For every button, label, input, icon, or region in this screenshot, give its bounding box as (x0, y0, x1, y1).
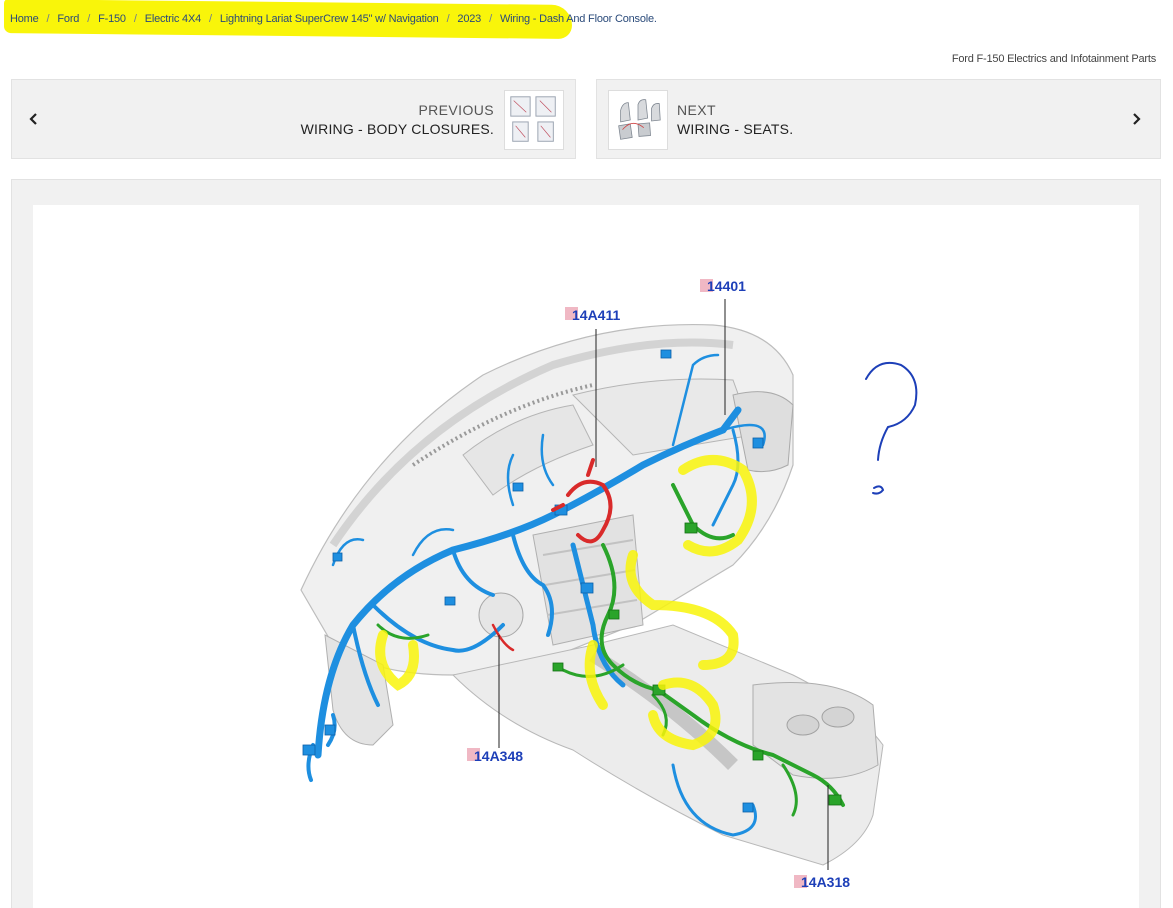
previous-title: WIRING - BODY CLOSURES. (300, 121, 494, 137)
breadcrumb-f150[interactable]: F-150 (98, 13, 126, 25)
breadcrumb-separator: / (87, 13, 91, 25)
next-thumbnail (608, 90, 668, 150)
chevron-right-icon (1133, 113, 1141, 125)
breadcrumb-current-page: Wiring - Dash And Floor Console. (499, 13, 657, 25)
breadcrumb-home[interactable]: Home (10, 13, 39, 25)
breadcrumb-year[interactable]: 2023 (457, 13, 481, 25)
breadcrumb-electric-4x4[interactable]: Electric 4X4 (145, 13, 201, 25)
breadcrumb-separator: / (446, 13, 450, 25)
category-link[interactable]: Ford F-150 Electrics and Infotainment Pa… (952, 53, 1156, 65)
handwritten-question-mark (865, 361, 918, 495)
callout-14A411[interactable]: 14A411 (572, 307, 620, 323)
breadcrumb-separator: / (46, 13, 50, 25)
next-diagram-link[interactable]: NEXT WIRING - SEATS. (596, 79, 1161, 159)
callout-14401[interactable]: 14401 (707, 278, 746, 294)
wiring-diagram: 14401 14A411 14A348 14A318 (300, 278, 918, 890)
chevron-left-icon (29, 113, 37, 125)
breadcrumb-ford[interactable]: Ford (57, 13, 79, 25)
breadcrumb-separator: / (489, 13, 492, 25)
breadcrumb: Home / Ford / F-150 / Electric 4X4 / Lig… (4, 0, 657, 39)
previous-thumbnail (504, 90, 564, 150)
callout-14A348[interactable]: 14A348 (474, 748, 523, 764)
previous-label: PREVIOUS (418, 102, 494, 118)
breadcrumb-trim[interactable]: Lightning Lariat SuperCrew 145" w/ Navig… (220, 13, 439, 25)
callout-14A318[interactable]: 14A318 (801, 874, 850, 890)
breadcrumb-separator: / (133, 13, 137, 25)
next-label: NEXT (677, 102, 716, 118)
diagram-panel: 14401 14A411 14A348 14A318 (33, 205, 1139, 908)
next-title: WIRING - SEATS. (677, 121, 794, 137)
breadcrumb-separator: / (209, 13, 212, 25)
dashboard-body (300, 324, 884, 866)
diagram-frame: 14401 14A411 14A348 14A318 (11, 179, 1161, 908)
previous-diagram-link[interactable]: PREVIOUS WIRING - BODY CLOSURES. (11, 79, 576, 159)
